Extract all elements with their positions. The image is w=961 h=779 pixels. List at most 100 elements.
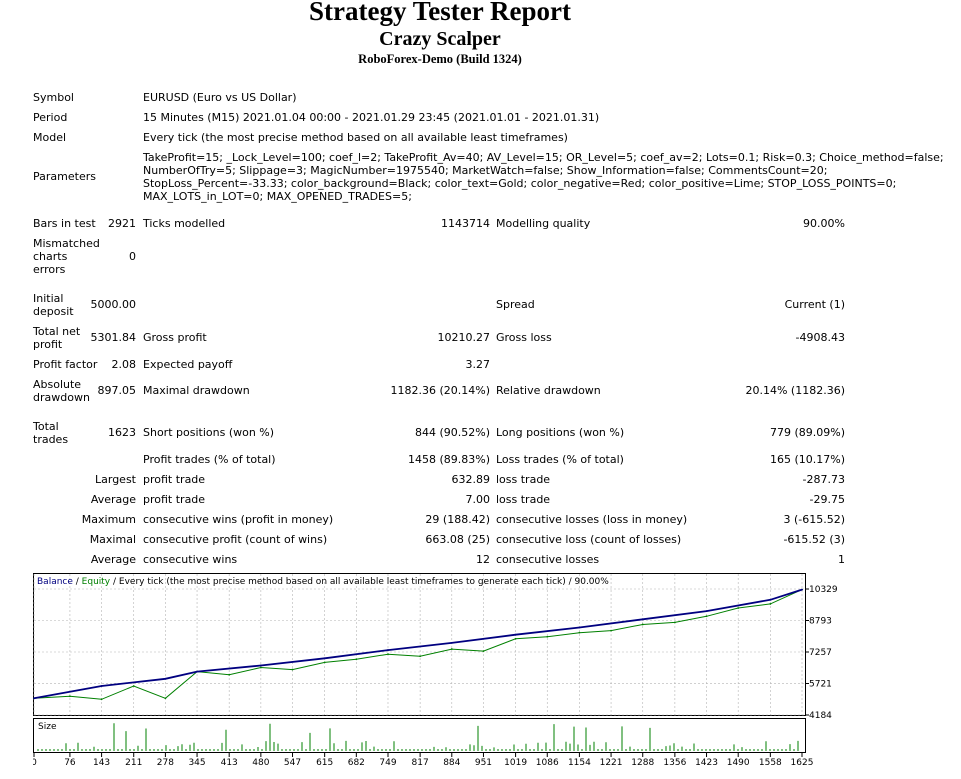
netprofit-label: Total net profit: [33, 325, 81, 351]
legend-equity: Equity: [82, 577, 111, 587]
series-point-balance: [33, 697, 35, 700]
mx-profit-label: consecutive profit (count of wins): [143, 533, 328, 546]
legend-balance: Balance: [37, 577, 73, 587]
reldd-value: 20.14% (1182.36): [745, 384, 845, 397]
y-axis-ticks: 10329 8793 7257 5721 4184: [805, 585, 838, 721]
netprofit-value: 5301.84: [90, 331, 137, 344]
symbol-value: EURUSD (Euro vs US Dollar): [143, 91, 297, 104]
report-title: Strategy Tester Report: [309, 0, 571, 26]
avg-wins-value: 12: [476, 553, 490, 566]
x-tick-label: 1625: [791, 758, 814, 768]
ltrades-value: 165 (10.17%): [769, 453, 845, 466]
mismatch-value: 0: [129, 250, 136, 263]
series-point-equity: [737, 607, 740, 609]
trades-value: 1623: [108, 426, 136, 439]
parameters-line: NumberOfTry=5; Slippage=3; MagicNumber=1…: [143, 164, 828, 177]
x-tick-label: 749: [379, 758, 396, 768]
average-loss-value: -29.75: [809, 493, 845, 506]
series-point-equity: [291, 668, 294, 671]
period-value: 15 Minutes (M15) 2021.01.04 00:00 - 2021…: [143, 111, 600, 124]
series-point-balance: [769, 598, 772, 601]
x-tick-label: 1356: [663, 758, 686, 768]
server-name: RoboForex-Demo (Build 1324): [358, 52, 522, 66]
x-tick-label: 1423: [695, 758, 718, 768]
series-point-balance: [514, 633, 517, 636]
average-profit-label: profit trade: [143, 493, 206, 506]
grossloss-value: -4908.43: [795, 331, 845, 344]
period-label: Period: [33, 111, 68, 124]
average-loss-label: loss trade: [496, 493, 551, 506]
x-tick-label: 1288: [631, 758, 654, 768]
x-tick-label: 1490: [727, 758, 750, 768]
series-point-balance: [100, 685, 103, 687]
series-point-equity: [546, 635, 549, 638]
mx-loss-label: consecutive loss (count of losses): [496, 533, 682, 546]
pf-value: 2.08: [111, 358, 137, 371]
short-label: Short positions (won %): [143, 426, 275, 439]
x-tick-label: 480: [252, 758, 269, 768]
absdd-value: 897.05: [97, 384, 137, 397]
max-losses-value: 3 (-615.52): [783, 513, 845, 526]
payoff-label: Expected payoff: [143, 358, 233, 371]
max-losses-label: consecutive losses (loss in money): [496, 513, 688, 526]
y-tick-label: 8793: [809, 616, 832, 626]
series-point-equity: [450, 648, 453, 650]
deposit-value: 5000.00: [90, 298, 137, 311]
bars-label: Bars in test: [33, 217, 96, 230]
series-point-equity: [355, 658, 358, 661]
main-plot-frame: [33, 573, 806, 716]
series-point-balance: [801, 588, 803, 591]
series-point-equity: [419, 655, 422, 658]
x-tick-label: 615: [316, 758, 333, 768]
x-tick-label: 143: [93, 758, 110, 768]
series-point-equity: [641, 623, 644, 626]
quality-label: Modelling quality: [496, 217, 591, 230]
x-axis-ticks: 0 76 143 211 278 345 413 480 547 615 682 749 817 884 9…: [33, 753, 813, 768]
x-tick-label: 76: [64, 758, 76, 768]
avg-losses-value: 1: [838, 553, 845, 566]
chart-legend: Balance / Equity / Every tick (the most …: [37, 577, 609, 587]
x-tick-label: 1086: [536, 758, 559, 768]
reldd-label: Relative drawdown: [496, 384, 601, 397]
series-point-equity: [482, 650, 485, 653]
ticks-value: 1143714: [441, 217, 490, 230]
deposit-label: Initial deposit: [33, 292, 74, 318]
x-tick-label: 0: [33, 758, 37, 768]
series-point-balance: [259, 664, 262, 667]
parameters-line: StopLoss_Percent=-33.33; color_backgroun…: [143, 177, 897, 190]
maximal-label: Maximal: [89, 533, 136, 546]
largest-profit-label: profit trade: [143, 473, 206, 486]
x-tick-label: 1154: [568, 758, 591, 768]
series-point-equity: [132, 685, 135, 687]
size-label: Size: [38, 722, 57, 732]
x-tick-label: 278: [157, 758, 174, 768]
largest-loss-value: -287.73: [802, 473, 845, 486]
spread-label: Spread: [496, 298, 535, 311]
avg-wins-label: consecutive wins: [143, 553, 238, 566]
series-point-equity: [259, 666, 262, 669]
grossprofit-value: 10210.27: [437, 331, 491, 344]
series-point-equity: [323, 661, 326, 664]
model-value: Every tick (the most precise method base…: [143, 131, 568, 144]
x-tick-label: 413: [221, 758, 238, 768]
size-plot-frame: [33, 718, 806, 753]
x-tick-label: 682: [348, 758, 365, 768]
series-point-equity: [387, 653, 389, 656]
max-wins-label: consecutive wins (profit in money): [143, 513, 334, 526]
series-point-equity: [705, 615, 708, 618]
series-point-equity: [228, 673, 231, 676]
ptrades-label: Profit trades (% of total): [143, 453, 276, 466]
expert-name: Crazy Scalper: [379, 28, 501, 50]
symbol-label: Symbol: [33, 91, 74, 104]
maximum-label: Maximum: [81, 513, 136, 526]
grossloss-label: Gross loss: [496, 331, 552, 344]
mx-profit-value: 663.08 (25): [425, 533, 490, 546]
payoff-value: 3.27: [465, 358, 491, 371]
x-tick-label: 884: [443, 758, 460, 768]
series-point-equity: [69, 695, 71, 698]
maxdd-value: 1182.36 (20.14%): [390, 384, 490, 397]
series-point-equity: [100, 698, 103, 701]
average-profit-value: 7.00: [465, 493, 491, 506]
largest-loss-label: loss trade: [496, 473, 551, 486]
series-point-balance: [196, 670, 198, 673]
